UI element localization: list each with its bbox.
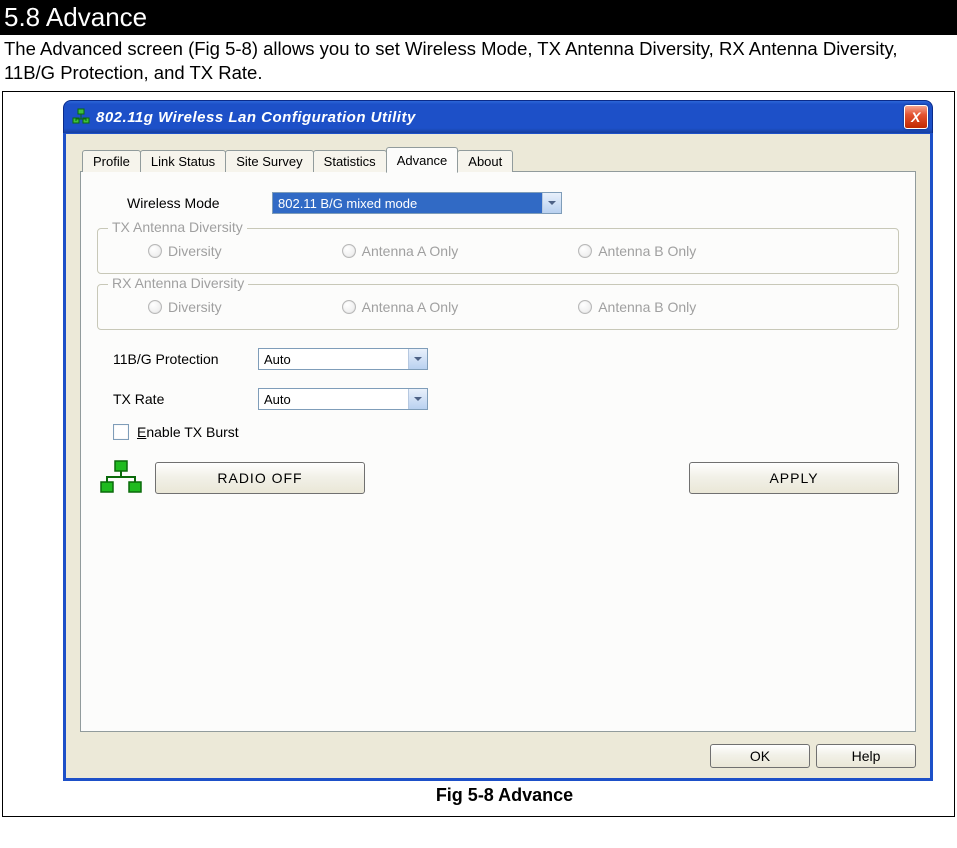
advance-panel: Wireless Mode 802.11 B/G mixed mode TX A… xyxy=(80,172,916,732)
txrate-label: TX Rate xyxy=(113,391,258,407)
tx-antenna-legend: TX Antenna Diversity xyxy=(108,219,247,235)
help-button[interactable]: Help xyxy=(816,744,916,768)
radio-icon xyxy=(342,300,356,314)
rx-antenna-group: RX Antenna Diversity Diversity Antenna A… xyxy=(97,284,899,330)
tx-diversity-label: Diversity xyxy=(168,243,222,259)
apply-button[interactable]: APPLY xyxy=(689,462,899,494)
wireless-mode-label: Wireless Mode xyxy=(127,195,272,211)
window-title: 802.11g Wireless Lan Configuration Utili… xyxy=(96,109,904,126)
chevron-down-icon xyxy=(408,389,427,409)
rx-diversity-radio: Diversity xyxy=(148,299,222,315)
protection-label: 11B/G Protection xyxy=(113,351,258,367)
tab-statistics[interactable]: Statistics xyxy=(313,150,387,172)
wireless-mode-dropdown[interactable]: 802.11 B/G mixed mode xyxy=(272,192,562,214)
close-icon: X xyxy=(911,109,921,125)
title-bar: 802.11g Wireless Lan Configuration Utili… xyxy=(63,100,933,133)
app-window: 802.11g Wireless Lan Configuration Utili… xyxy=(63,100,933,781)
protection-value: Auto xyxy=(259,349,408,369)
radio-icon xyxy=(342,244,356,258)
figure-container: 802.11g Wireless Lan Configuration Utili… xyxy=(2,91,955,817)
radio-icon xyxy=(578,300,592,314)
rx-diversity-label: Diversity xyxy=(168,299,222,315)
rx-antenna-legend: RX Antenna Diversity xyxy=(108,275,248,291)
wireless-mode-value: 802.11 B/G mixed mode xyxy=(273,193,542,213)
tx-antenna-b-radio: Antenna B Only xyxy=(578,243,696,259)
rx-antenna-b-radio: Antenna B Only xyxy=(578,299,696,315)
radio-icon xyxy=(578,244,592,258)
enable-tx-burst-checkbox[interactable]: Enable TX Burst xyxy=(113,424,899,440)
tx-antenna-a-label: Antenna A Only xyxy=(362,243,459,259)
app-icon xyxy=(72,108,90,126)
rx-antenna-a-radio: Antenna A Only xyxy=(342,299,459,315)
tx-antenna-a-radio: Antenna A Only xyxy=(342,243,459,259)
tx-antenna-group: TX Antenna Diversity Diversity Antenna A… xyxy=(97,228,899,274)
tab-link-status[interactable]: Link Status xyxy=(140,150,226,172)
section-description: The Advanced screen (Fig 5-8) allows you… xyxy=(0,35,957,91)
tab-strip: Profile Link Status Site Survey Statisti… xyxy=(80,146,916,172)
radio-icon xyxy=(148,244,162,258)
close-button[interactable]: X xyxy=(904,105,928,129)
dialog-footer: OK Help xyxy=(80,744,916,768)
section-heading: 5.8 Advance xyxy=(0,0,957,35)
ok-button[interactable]: OK xyxy=(710,744,810,768)
radio-off-button[interactable]: RADIO OFF xyxy=(155,462,365,494)
txrate-dropdown[interactable]: Auto xyxy=(258,388,428,410)
txrate-value: Auto xyxy=(259,389,408,409)
figure-caption: Fig 5-8 Advance xyxy=(63,781,946,812)
chevron-down-icon xyxy=(408,349,427,369)
tab-advance[interactable]: Advance xyxy=(386,147,459,173)
tx-diversity-radio: Diversity xyxy=(148,243,222,259)
checkbox-icon xyxy=(113,424,129,440)
window-client-area: Profile Link Status Site Survey Statisti… xyxy=(63,133,933,781)
enable-tx-burst-label: Enable TX Burst xyxy=(137,424,239,440)
rx-antenna-a-label: Antenna A Only xyxy=(362,299,459,315)
network-status-icon xyxy=(97,458,145,498)
chevron-down-icon xyxy=(542,193,561,213)
tab-site-survey[interactable]: Site Survey xyxy=(225,150,313,172)
rx-antenna-b-label: Antenna B Only xyxy=(598,299,696,315)
tx-antenna-b-label: Antenna B Only xyxy=(598,243,696,259)
tab-profile[interactable]: Profile xyxy=(82,150,141,172)
tab-about[interactable]: About xyxy=(457,150,513,172)
radio-icon xyxy=(148,300,162,314)
protection-dropdown[interactable]: Auto xyxy=(258,348,428,370)
